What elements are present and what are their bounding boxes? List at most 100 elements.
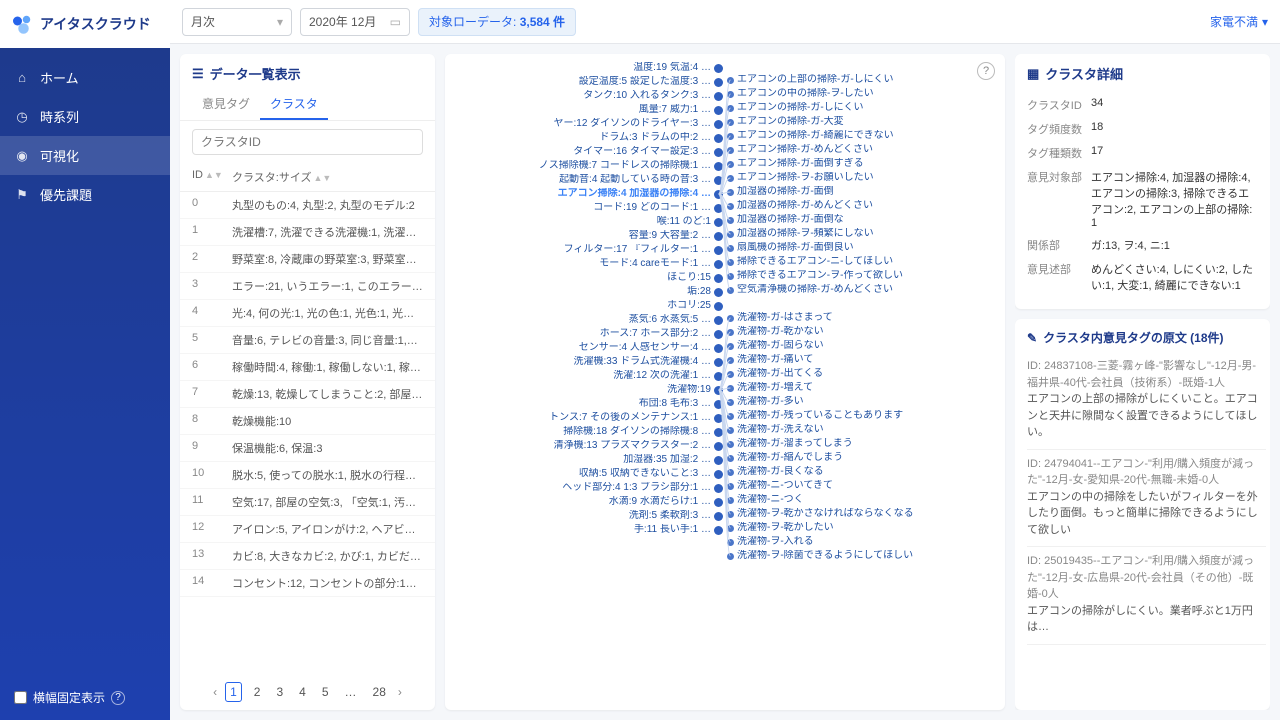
cluster-node[interactable]: ホース:7 ホース部分:2 … [600, 328, 723, 340]
table-row[interactable]: 13カビ:8, 大きなカビ:2, かび:1, カビだ… [180, 543, 435, 570]
page-number[interactable]: 1 [225, 682, 242, 702]
cluster-node[interactable]: 掃除機:18 ダイソンの掃除機:8 … [563, 426, 723, 438]
table-row[interactable]: 8乾燥機能:10 [180, 408, 435, 435]
page-prev[interactable]: ‹ [213, 685, 217, 699]
cluster-node[interactable]: 洗剤:5 柔軟剤:3 … [629, 510, 723, 522]
cluster-node[interactable]: 加湿器:35 加湿:2 … [623, 454, 723, 466]
table-row[interactable]: 1洗濯槽:7, 洗濯できる洗濯機:1, 洗濯… [180, 219, 435, 246]
sort-icon[interactable]: ▲▼ [205, 170, 223, 180]
page-next[interactable]: › [398, 685, 402, 699]
cluster-node[interactable]: 洗濯:12 次の洗濯:1 … [613, 370, 723, 382]
opinion-node[interactable]: 掃除できるエアコン-ニ-してほしい [727, 256, 893, 268]
opinion-node[interactable]: 洗濯物-ニ-つく [727, 494, 804, 506]
table-row[interactable]: 3エラー:21, いうエラー:1, このエラー… [180, 273, 435, 300]
opinion-node[interactable]: 洗濯物-ガ-縮んでしまう [727, 452, 843, 464]
cluster-node[interactable]: ヤー:12 ダイソンのドライヤー:3 … [554, 118, 724, 130]
opinion-node[interactable]: 洗濯物-ガ-良くなる [727, 466, 824, 478]
opinion-node[interactable]: 洗濯物-ガ-多い [727, 396, 804, 408]
cluster-node[interactable]: トンス:7 その後のメンテナンス:1 … [549, 412, 723, 424]
page-number[interactable]: 3 [272, 683, 287, 701]
opinion-node[interactable]: 洗濯物-ガ-溜まってしまう [727, 438, 853, 450]
original-item[interactable]: ID: 24837108-三菱-霧ヶ峰-"影響なし"-12月-男-福井県-40代… [1027, 352, 1266, 450]
cluster-node[interactable]: 温度:19 気温:4 … [633, 62, 723, 74]
page-number[interactable]: 28 [369, 683, 390, 701]
opinion-node[interactable]: エアコンの掃除-ガ-大変 [727, 116, 844, 128]
cluster-node[interactable]: ヘッド部分:4 1:3 ブラシ部分:1 … [562, 482, 723, 494]
cluster-node[interactable]: 清浄機:13 プラズマクラスター:2 … [554, 440, 723, 452]
opinion-node[interactable]: エアコン掃除-ガ-面倒すぎる [727, 158, 864, 170]
tab[interactable]: クラスタ [260, 89, 328, 120]
opinion-node[interactable]: 加湿器の掃除-ガ-面倒な [727, 214, 844, 226]
opinion-node[interactable]: 洗濯物-ガ-残っていることもあります [727, 410, 903, 422]
cluster-node[interactable]: 水滴:9 水滴だらけ:1 … [609, 496, 723, 508]
cluster-node[interactable]: 喉:11 のど:1 [657, 216, 723, 228]
cluster-node[interactable]: タンク:10 入れるタンク:3 … [583, 90, 723, 102]
table-row[interactable]: 5音量:6, テレビの音量:3, 同じ音量:1,… [180, 327, 435, 354]
opinion-node[interactable]: 洗濯物-ガ-固らない [727, 340, 824, 352]
table-row[interactable]: 11空気:17, 部屋の空気:3, 「空気:1, 汚… [180, 489, 435, 516]
table-row[interactable]: 14コンセント:12, コンセントの部分:1… [180, 570, 435, 597]
cluster-node[interactable]: 容量:9 大容量:2 … [629, 230, 723, 242]
opinion-node[interactable]: 洗濯物-ヲ-除菌できるようにしてほしい [727, 550, 913, 562]
nav-item-clock[interactable]: ◷時系列 [0, 97, 170, 136]
opinion-node[interactable]: 洗濯物-ヲ-乾かさなければならなくなる [727, 508, 914, 520]
opinion-node[interactable]: 加湿器の掃除-ガ-めんどくさい [727, 200, 873, 212]
sort-icon[interactable]: ▲▼ [314, 173, 332, 183]
page-number[interactable]: 4 [295, 683, 310, 701]
date-picker[interactable]: 2020年 12月 ▭ [300, 8, 410, 36]
table-row[interactable]: 0丸型のもの:4, 丸型:2, 丸型のモデル:2 [180, 192, 435, 219]
cluster-node[interactable]: フィルター:17 『フィルター:1 … [564, 244, 723, 256]
opinion-node[interactable]: 洗濯物-ガ-出てくる [727, 368, 823, 380]
cluster-node[interactable]: 洗濯機:33 ドラム式洗濯機:4 … [574, 356, 724, 368]
opinion-node[interactable]: 掃除できるエアコン-ヲ-作って欲しい [727, 270, 903, 282]
cluster-node[interactable]: 起動音:4 起動している時の音:3 … [559, 174, 723, 186]
nav-item-eye[interactable]: ◉可視化 [0, 136, 170, 175]
original-item[interactable]: ID: 25019435--エアコン-"利用/購入頻度が減った"-12月-女-広… [1027, 547, 1266, 645]
help-icon[interactable]: ? [977, 62, 995, 80]
cluster-node[interactable]: タイマー:16 タイマー設定:3 … [573, 146, 723, 158]
cluster-node[interactable]: 洗濯物:19 [667, 384, 723, 396]
opinion-node[interactable]: 洗濯物-ガ-洗えない [727, 424, 824, 436]
help-icon[interactable]: ? [111, 691, 125, 705]
opinion-node[interactable]: エアコン掃除-ヲ-お願いしたい [727, 172, 874, 184]
opinion-node[interactable]: 洗濯物-ニ-ついてきて [727, 480, 833, 492]
cluster-node[interactable]: 収納:5 収納できないこと:3 … [579, 468, 723, 480]
opinion-node[interactable]: 加湿器の掃除-ガ-面倒 [727, 186, 834, 198]
cluster-node[interactable]: ホコリ:25 [667, 300, 723, 312]
table-row[interactable]: 12アイロン:5, アイロンがけ:2, ヘアビ… [180, 516, 435, 543]
opinion-node[interactable]: エアコンの中の掃除-ヲ-したい [727, 88, 874, 100]
table-row[interactable]: 6稼働時間:4, 稼働:1, 稼働しない:1, 稼… [180, 354, 435, 381]
cluster-node[interactable]: ノス掃除機:7 コードレスの掃除機:1 … [539, 160, 723, 172]
tab[interactable]: 意見タグ [192, 89, 260, 120]
cluster-node[interactable]: ドラム:3 ドラムの中:2 … [599, 132, 723, 144]
original-item[interactable]: ID: 24794041--エアコン-"利用/購入頻度が減った"-12月-女-愛… [1027, 450, 1266, 548]
page-number[interactable]: 2 [250, 683, 265, 701]
cluster-node[interactable]: コード:19 どのコード:1 … [593, 202, 723, 214]
dataset-selector[interactable]: 家電不満 ▾ [1210, 13, 1268, 30]
opinion-node[interactable]: 加湿器の掃除-ヲ-頻繁にしない [727, 228, 874, 240]
cluster-node[interactable]: 風量:7 威力:1 … [639, 104, 723, 116]
opinion-node[interactable]: 洗濯物-ガ-乾かない [727, 326, 824, 338]
opinion-node[interactable]: 洗濯物-ヲ-入れる [727, 536, 814, 548]
opinion-node[interactable]: エアコン掃除-ガ-めんどくさい [727, 144, 873, 156]
cluster-node[interactable]: ほこり:15 [667, 272, 723, 284]
opinion-node[interactable]: 空気清浄機の掃除-ガ-めんどくさい [727, 284, 893, 296]
cluster-node[interactable]: センサー:4 人感センサー:4 … [579, 342, 723, 354]
opinion-node[interactable]: 洗濯物-ヲ-乾かしたい [727, 522, 834, 534]
opinion-node[interactable]: エアコンの掃除-ガ-しにくい [727, 102, 863, 114]
opinion-node[interactable]: 扇風機の掃除-ガ-面倒良い [727, 242, 854, 254]
table-row[interactable]: 4光:4, 何の光:1, 光の色:1, 光色:1, 光色… [180, 300, 435, 327]
opinion-node[interactable]: 洗濯物-ガ-痛いて [727, 354, 813, 366]
period-select[interactable]: 月次 ▾ [182, 8, 292, 36]
opinion-node[interactable]: エアコンの上部の掃除-ガ-しにくい [727, 74, 893, 86]
table-row[interactable]: 7乾燥:13, 乾燥してしまうこと:2, 部屋… [180, 381, 435, 408]
opinion-node[interactable]: 洗濯物-ガ-増えて [727, 382, 813, 394]
nav-item-flag[interactable]: ⚑優先課題 [0, 175, 170, 214]
cluster-node[interactable]: 手:11 長い手:1 … [634, 524, 723, 536]
opinion-node[interactable]: 洗濯物-ガ-はさまって [727, 312, 833, 324]
cluster-node[interactable]: 設定温度:5 設定した温度:3 … [579, 76, 723, 88]
cluster-node[interactable]: 布団:8 毛布:3 … [639, 398, 723, 410]
opinion-node[interactable]: エアコンの掃除-ガ-綺麗にできない [727, 130, 894, 142]
cluster-node[interactable]: 蒸気:6 水蒸気:5 … [629, 314, 723, 326]
cluster-id-filter[interactable] [192, 129, 423, 155]
